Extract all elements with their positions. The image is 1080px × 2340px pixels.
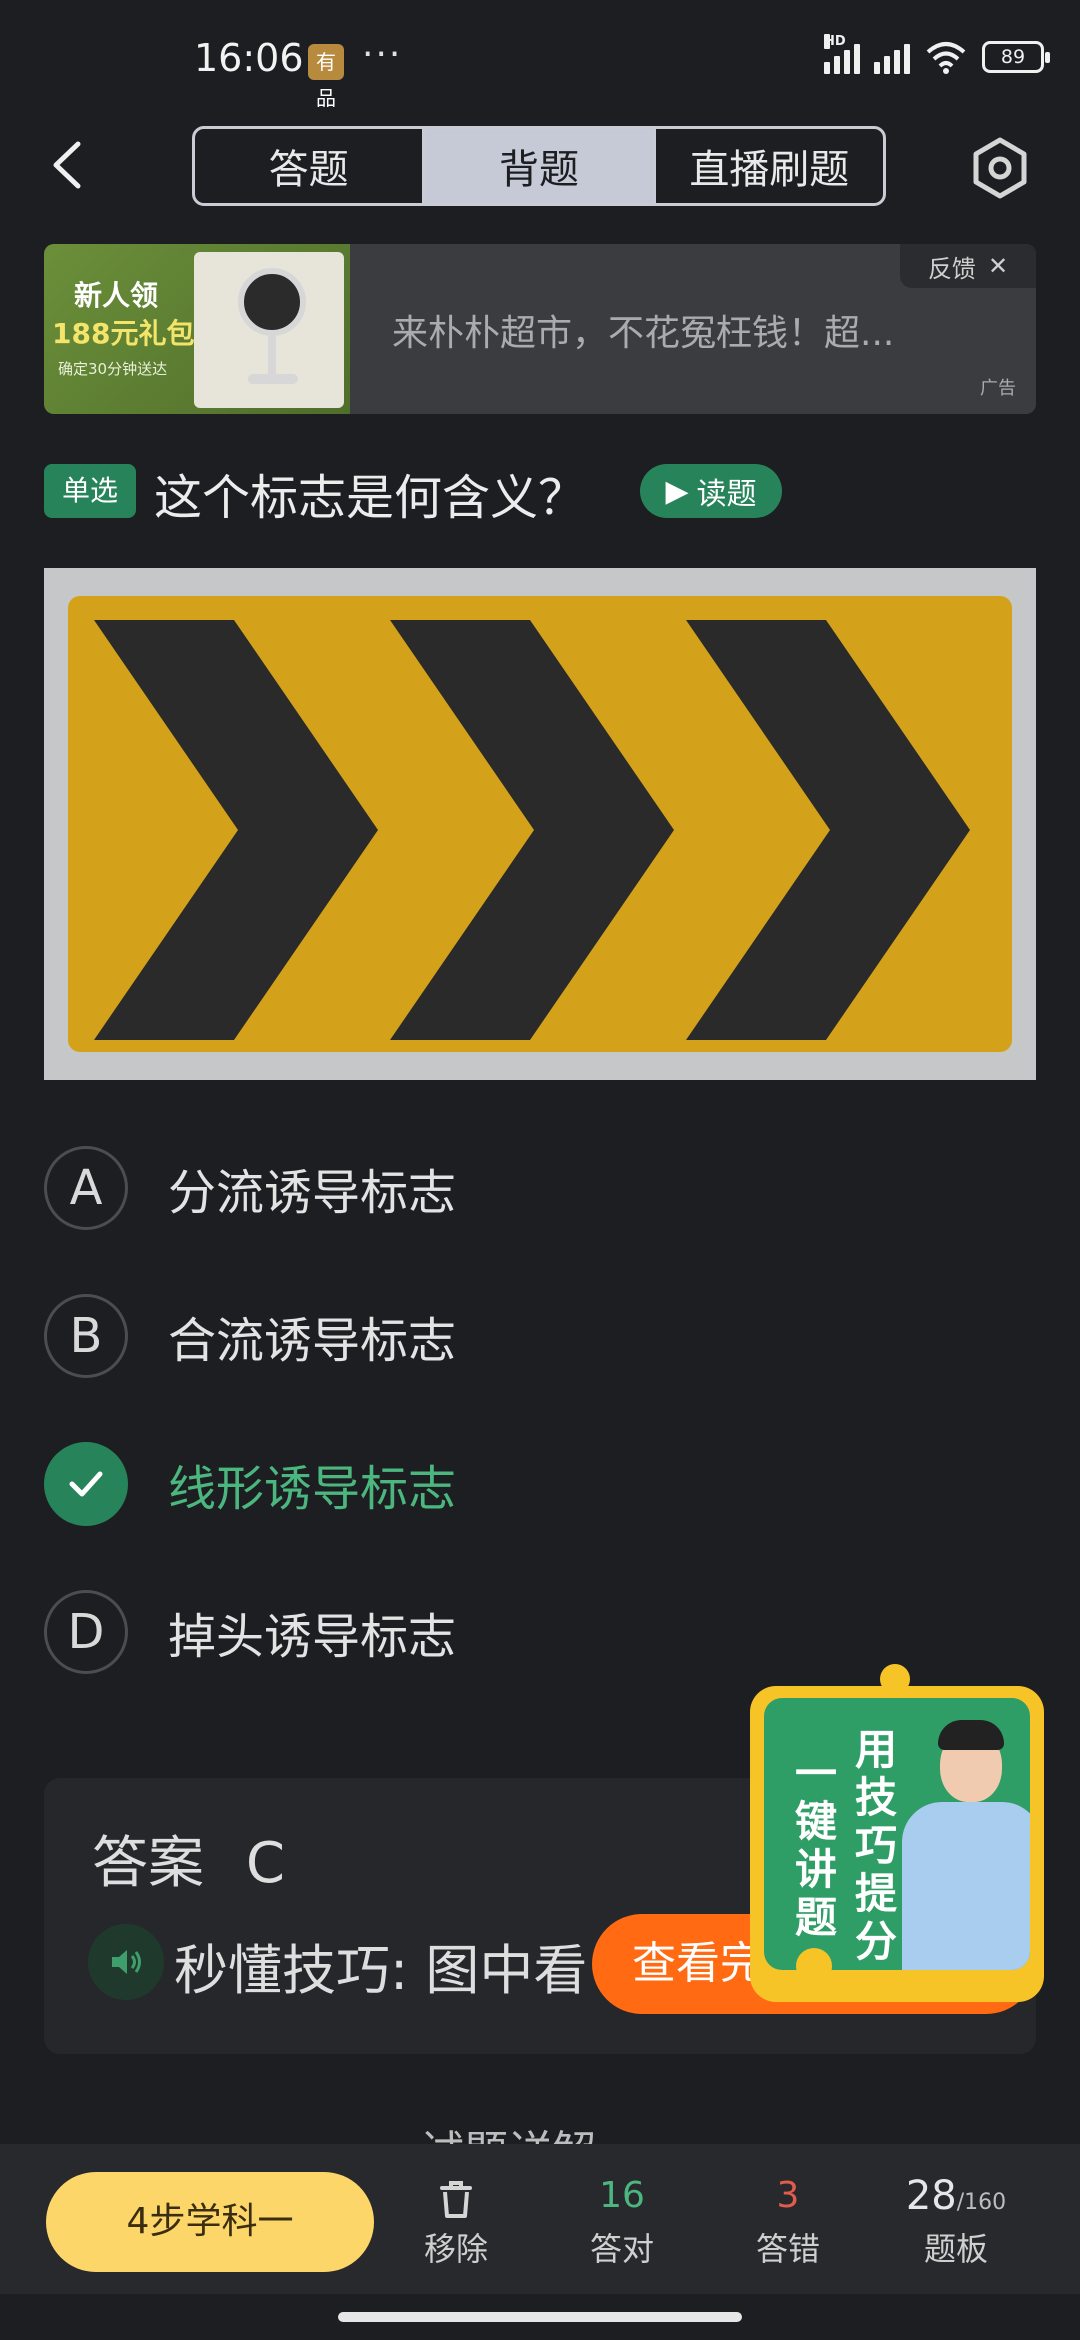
question-text: 这个标志是何含义？	[154, 470, 587, 526]
question-board-button[interactable]: 28/160 题板	[896, 2172, 1016, 2270]
option-d[interactable]: D 掉头诱导标志	[44, 1588, 1044, 1676]
checkmark-icon	[44, 1442, 128, 1526]
ad-feedback-label: 反馈	[927, 254, 976, 283]
promo-text-one-click: 一键讲题	[794, 1749, 837, 1942]
wrong-count[interactable]: 3 答错	[728, 2172, 848, 2270]
board-label: 题板	[923, 2230, 988, 2268]
option-b-text: 合流诱导标志	[168, 1313, 457, 1369]
board-progress: 28/160	[896, 2172, 1016, 2220]
correct-count[interactable]: 16 答对	[562, 2172, 682, 2270]
board-total: /160	[956, 2190, 1007, 2215]
network-type-label: HD	[824, 34, 846, 49]
correct-label: 答对	[589, 2230, 654, 2268]
promo-card[interactable]: 一键讲题 用技巧提分	[750, 1664, 1044, 2002]
battery-icon: 89	[982, 41, 1050, 73]
ad-text: 来朴朴超市，不花冤枉钱！超...	[392, 313, 895, 354]
signal-icon-2	[874, 40, 910, 74]
wrong-count-value: 3	[776, 2175, 800, 2216]
question-type-badge: 单选	[44, 464, 136, 518]
option-c-text: 线形诱导标志	[168, 1461, 457, 1517]
wifi-icon	[926, 42, 966, 74]
teacher-hair	[938, 1720, 1004, 1750]
answer-title: 答案	[92, 1831, 204, 1896]
play-icon	[796, 1948, 832, 1970]
remove-label: 移除	[423, 2230, 488, 2268]
tip-text: 秒懂技巧: 图中看	[174, 1939, 588, 2002]
answer-value: C	[245, 1831, 285, 1896]
status-indicators: HD 89	[824, 34, 1050, 74]
settings-icon[interactable]	[968, 136, 1032, 200]
signal-icon: HD	[824, 34, 860, 74]
promo-text-skills: 用技巧提分	[854, 1725, 897, 1966]
speaker-icon[interactable]	[88, 1924, 164, 2000]
sign-image	[44, 568, 1036, 1080]
tab-memorize[interactable]: 背题	[425, 129, 656, 203]
read-question-label: 读题	[696, 477, 757, 512]
ad-feedback-button[interactable]: 反馈 ✕	[900, 244, 1036, 288]
close-icon[interactable]: ✕	[988, 252, 1008, 280]
app-badge-icon: 有品	[308, 44, 344, 110]
correct-count-value: 16	[599, 2175, 645, 2216]
option-a[interactable]: A 分流诱导标志	[44, 1144, 1044, 1232]
ad-image-title: 新人领	[74, 279, 159, 312]
tab-answer[interactable]: 答题	[195, 129, 426, 203]
option-a-text: 分流诱导标志	[168, 1165, 457, 1221]
ad-image-note: 确定30分钟送达	[58, 360, 168, 378]
tab-live-practice[interactable]: 直播刷题	[656, 129, 883, 203]
promo-content: 一键讲题 用技巧提分	[764, 1698, 1030, 1970]
remove-button[interactable]: 移除	[396, 2172, 516, 2270]
option-c[interactable]: 线形诱导标志	[44, 1440, 1044, 1528]
fan-product-image	[194, 252, 344, 408]
teacher-body	[902, 1802, 1030, 1970]
option-b-letter: B	[44, 1294, 128, 1378]
status-time: 16:06	[194, 36, 304, 80]
board-current: 28	[905, 2173, 957, 2219]
play-icon: ▶	[665, 473, 689, 509]
wrong-label: 答错	[755, 2230, 820, 2268]
option-d-letter: D	[44, 1590, 128, 1674]
ad-banner[interactable]: 新人领 188元礼包 确定30分钟送达 来朴朴超市，不花冤枉钱！超... 反馈 …	[44, 244, 1036, 414]
mode-tabs: 答题 背题 直播刷题	[192, 126, 886, 206]
home-indicator[interactable]	[338, 2312, 742, 2322]
more-notifications-icon: ···	[362, 34, 403, 75]
option-d-text: 掉头诱导标志	[168, 1609, 457, 1665]
option-b[interactable]: B 合流诱导标志	[44, 1292, 1044, 1380]
ad-image-offer: 188元礼包	[52, 317, 195, 350]
back-arrow-icon[interactable]	[44, 140, 94, 190]
trash-icon	[396, 2172, 516, 2220]
answer-label: 答案 C	[92, 1818, 285, 1899]
ad-image: 新人领 188元礼包 确定30分钟送达	[44, 244, 350, 414]
ad-label: 广告	[980, 378, 1016, 399]
option-a-letter: A	[44, 1146, 128, 1230]
read-question-button[interactable]: ▶ 读题	[640, 464, 782, 518]
steps-button[interactable]: 4步学科一	[46, 2172, 374, 2272]
